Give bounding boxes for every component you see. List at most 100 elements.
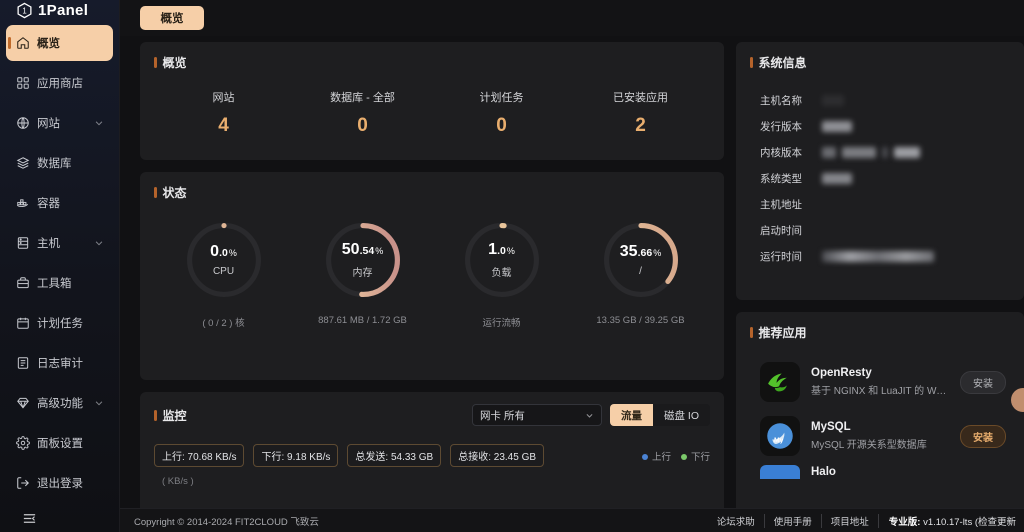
footer-copyright: Copyright © 2014-2024 FIT2CLOUD 飞致云	[134, 516, 319, 528]
footer-link-project[interactable]: 项目地址	[822, 513, 879, 528]
stat-installed-apps[interactable]: 已安装应用 2	[571, 89, 710, 137]
sidebar-item-logs[interactable]: 日志审计	[6, 345, 113, 381]
sidebar-collapse-button[interactable]	[0, 505, 119, 532]
stat-value: 4	[218, 115, 229, 136]
footer-version[interactable]: 专业版: v1.10.17-lts (检查更新	[879, 514, 1016, 528]
active-indicator	[8, 36, 11, 49]
sidebar-item-advanced[interactable]: 高级功能	[6, 385, 113, 421]
install-button[interactable]: 安装	[960, 424, 1006, 448]
network-interface-select[interactable]: 网卡 所有	[471, 404, 602, 426]
chevron-down-icon	[94, 238, 104, 248]
sidebar-item-host[interactable]: 主机	[6, 225, 113, 261]
legend-upload[interactable]: 上行	[641, 449, 671, 463]
gauge-sub: 887.61 MB / 1.72 GB	[318, 315, 407, 326]
brand-logo[interactable]: 1 1Panel	[0, 0, 119, 21]
tab-overview[interactable]: 概览	[140, 6, 204, 30]
sidebar-item-overview[interactable]: 概览	[6, 24, 113, 61]
legend-download[interactable]: 下行	[680, 449, 710, 463]
sysinfo-value-redacted	[822, 120, 852, 132]
app-desc: MySQL 开源关系型数据库	[811, 440, 927, 451]
app-item-halo[interactable]: Halo	[750, 463, 1010, 486]
gauge-dec: .66	[637, 246, 653, 259]
gauge-load[interactable]: 1.0% 负载 运行流畅	[432, 217, 571, 329]
sysinfo-value-redacted	[822, 94, 844, 106]
gauge-cpu[interactable]: 0.0% CPU ( 0 / 2 ) 核	[154, 217, 293, 329]
stat-value: 2	[635, 115, 646, 136]
sysinfo-value-redacted	[822, 146, 920, 158]
legend-dot-download	[680, 453, 687, 460]
sidebar-item-app-store[interactable]: 应用商店	[6, 65, 113, 101]
sysinfo-row-system-type: 系统类型	[750, 165, 1010, 191]
left-column: 概览 网站 4 数据库 - 全部 0 计划任务 0 已安装应用 2 状态 0.0…	[140, 42, 724, 532]
sysinfo-key: 发行版本	[760, 120, 802, 133]
footer-link-forum[interactable]: 论坛求助	[708, 513, 765, 528]
list-document-icon	[16, 356, 30, 370]
sysinfo-row-hostname: 主机名称	[750, 87, 1010, 113]
sidebar-item-label: 日志审计	[37, 357, 83, 370]
segment-traffic[interactable]: 流量	[609, 404, 653, 426]
gauge-percent: 1.0%	[488, 241, 515, 258]
sidebar-item-label: 主机	[37, 237, 60, 250]
gauge-disk-root[interactable]: 35.66% / 13.35 GB / 39.25 GB	[571, 217, 710, 329]
sidebar-item-label: 概览	[37, 37, 60, 50]
stat-label: 计划任务	[479, 92, 524, 104]
sidebar-item-container[interactable]: 容器	[6, 185, 113, 221]
gauge-memory[interactable]: 50.54% 内存 887.61 MB / 1.72 GB	[293, 217, 432, 329]
stat-cron-jobs[interactable]: 计划任务 0	[432, 89, 571, 137]
app-text: Halo	[811, 466, 1006, 478]
sysinfo-row-host-address: 主机地址	[750, 191, 1010, 217]
footer-links: 论坛求助 使用手册 项目地址 专业版: v1.10.17-lts (检查更新	[708, 513, 1016, 528]
sidebar-item-cron[interactable]: 计划任务	[6, 305, 113, 341]
calendar-icon	[16, 316, 30, 330]
sidebar-item-database[interactable]: 数据库	[6, 145, 113, 181]
footer-link-manual[interactable]: 使用手册	[765, 513, 822, 528]
stat-value: 0	[496, 115, 507, 136]
sidebar: 1 1Panel 概览 应用商店 网站 数据库 容器 主机 工具箱 计划任务 日…	[0, 0, 120, 532]
stat-label: 网站	[212, 92, 235, 104]
sidebar-item-website[interactable]: 网站	[6, 105, 113, 141]
app-item-mysql[interactable]: My MySQL MySQL 开源关系型数据库 安装	[750, 409, 1010, 463]
app-name: Halo	[811, 466, 836, 478]
sysinfo-value-redacted	[822, 250, 934, 262]
sidebar-item-label: 高级功能	[37, 397, 83, 410]
stat-websites[interactable]: 网站 4	[154, 89, 293, 137]
stat-label: 已安装应用	[613, 92, 668, 104]
system-info-title-text: 系统信息	[758, 56, 807, 70]
gauge-ring: 1.0% 负载	[459, 217, 545, 303]
sidebar-item-panel-settings[interactable]: 面板设置	[6, 425, 113, 461]
sysinfo-key: 主机名称	[760, 94, 802, 107]
legend-dot-upload	[641, 453, 648, 460]
title-accent-bar	[154, 187, 157, 198]
sysinfo-key: 启动时间	[760, 224, 802, 237]
overview-title-text: 概览	[162, 56, 187, 70]
tab-bar: 概览	[120, 0, 1024, 36]
version-text: v1.10.17-lts (检查更新	[923, 516, 1016, 528]
app-item-openresty[interactable]: OpenResty 基于 NGINX 和 LuaJIT 的 Web 平台 安装	[750, 355, 1010, 409]
sidebar-nav: 概览 应用商店 网站 数据库 容器 主机 工具箱 计划任务 日志审计 高级功能 …	[0, 21, 119, 505]
edition-label: 专业版:	[888, 516, 921, 528]
chip-upload-rate: 上行: 70.68 KB/s	[154, 444, 245, 467]
sidebar-item-logout[interactable]: 退出登录	[6, 465, 113, 501]
logout-icon	[16, 476, 30, 490]
sidebar-item-toolbox[interactable]: 工具箱	[6, 265, 113, 301]
status-title-text: 状态	[162, 186, 187, 200]
sysinfo-key: 主机地址	[760, 198, 802, 211]
sidebar-item-label: 网站	[37, 117, 60, 130]
sidebar-item-label: 容器	[37, 197, 60, 210]
title-accent-bar	[750, 57, 753, 68]
gauge-percent: 0.0%	[210, 243, 237, 260]
segment-disk-io[interactable]: 磁盘 IO	[652, 404, 710, 426]
recommended-apps-list: OpenResty 基于 NGINX 和 LuaJIT 的 Web 平台 安装	[750, 355, 1010, 486]
install-button[interactable]: 安装	[960, 370, 1006, 394]
globe-icon	[16, 116, 30, 130]
svg-text:My: My	[774, 437, 784, 444]
openresty-logo-icon	[760, 362, 800, 402]
recommended-apps-title-text: 推荐应用	[758, 326, 807, 340]
status-card-title: 状态	[154, 184, 710, 201]
main-area: 概览 概览 网站 4 数据库 - 全部 0 计划任务 0 已安装应用 2 状态 …	[120, 0, 1024, 532]
recommended-apps-title: 推荐应用	[750, 324, 1010, 341]
monitor-unit-label: ( KB/s )	[162, 476, 194, 487]
stat-databases[interactable]: 数据库 - 全部 0	[293, 89, 432, 137]
gauge-name: CPU	[212, 265, 235, 277]
sidebar-item-label: 数据库	[37, 157, 72, 170]
